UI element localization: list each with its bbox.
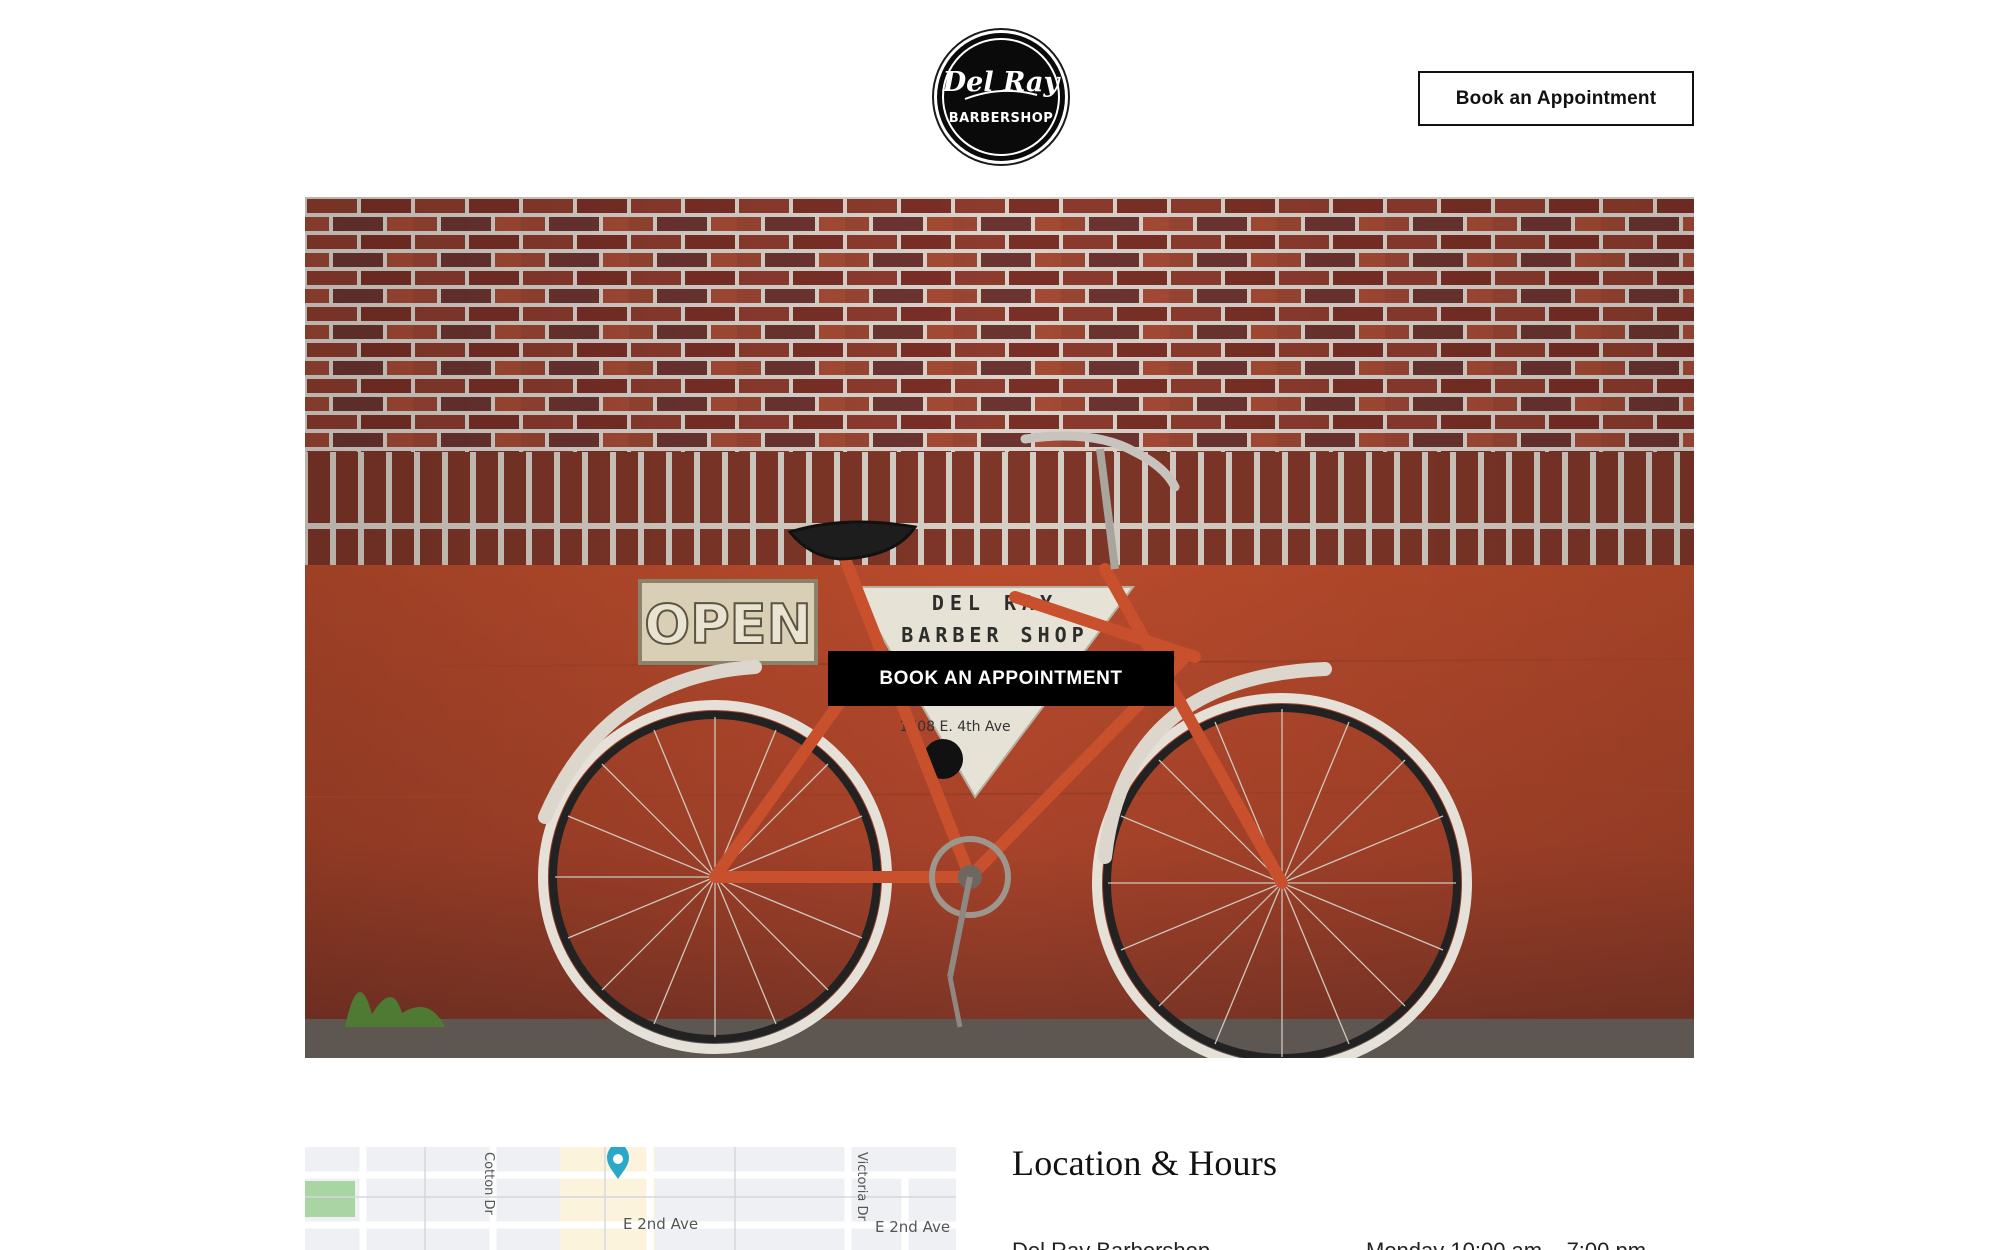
site-header: Del Ray BARBERSHOP Book an Appointment (0, 0, 1999, 195)
map-label-e-2nd-ave-1: E 2nd Ave (623, 1215, 698, 1233)
logo-mark-icon: Del Ray BARBERSHOP (942, 38, 1062, 156)
location-map[interactable]: Cotton Dr Victoria Dr E 2nd Ave E 2nd Av… (305, 1147, 956, 1250)
highlight-area (560, 1147, 655, 1250)
map-label-cotton-dr: Cotton Dr (481, 1152, 496, 1216)
map-label-victoria-dr: Victoria Dr (854, 1152, 869, 1221)
hero-book-appointment-button[interactable]: BOOK AN APPOINTMENT (828, 651, 1174, 706)
shop-sign-line2: BARBER SHOP (901, 623, 1088, 647)
map-canvas: Cotton Dr Victoria Dr E 2nd Ave E 2nd Av… (305, 1147, 956, 1250)
ground (305, 1019, 1694, 1058)
location-hours-title: Location & Hours (1012, 1143, 1278, 1183)
map-label-e-2nd-ave-2: E 2nd Ave (875, 1218, 950, 1236)
business-name: Del Ray Barbershop (1012, 1238, 1210, 1250)
open-sign-text: OPEN (644, 593, 812, 656)
open-sign: OPEN (638, 579, 818, 665)
logo-script-text: Del Ray (942, 67, 1062, 98)
hero-image: OPEN DEL RAY BARBER SHOP 1708 E. 4th Ave (305, 197, 1694, 1058)
book-appointment-button[interactable]: Book an Appointment (1418, 71, 1694, 126)
hours-monday: Monday 10:00 am – 7:00 pm (1366, 1238, 1646, 1250)
delray-barbershop-logo[interactable]: Del Ray BARBERSHOP (937, 33, 1065, 161)
park-area (305, 1181, 355, 1217)
bicycle-photo: OPEN DEL RAY BARBER SHOP 1708 E. 4th Ave (305, 197, 1694, 1058)
logo-sub-text: BARBERSHOP (949, 111, 1054, 126)
